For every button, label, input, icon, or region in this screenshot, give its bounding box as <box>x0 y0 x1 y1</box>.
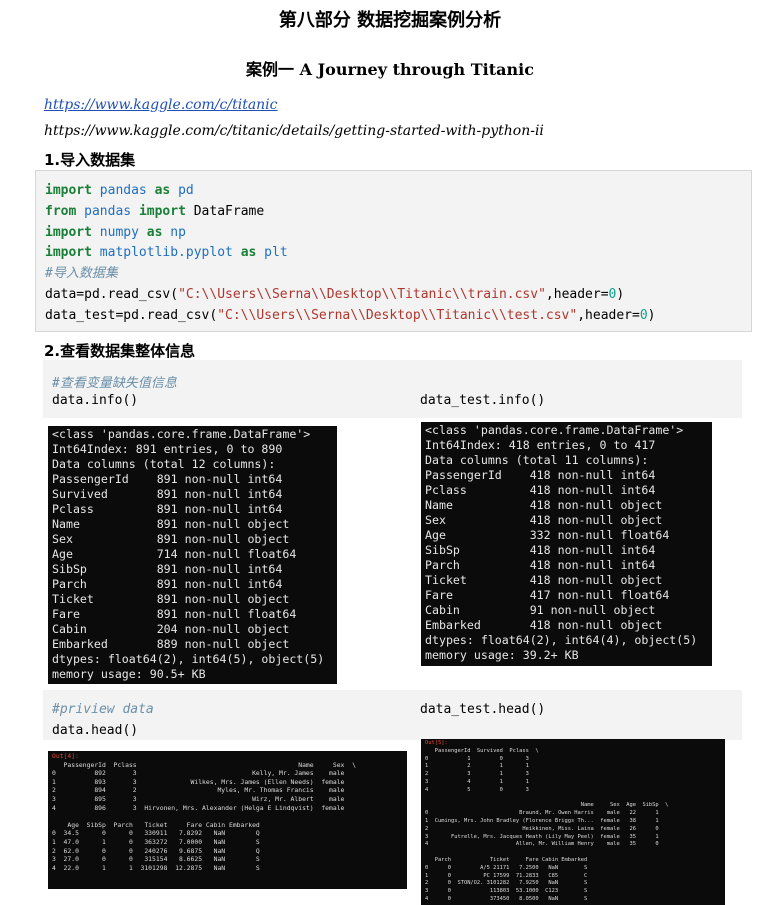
output-line: 0 892 3 Kelly, Mr. James male <box>52 769 345 778</box>
code-line: data.head() <box>52 723 139 738</box>
output-line: <class 'pandas.core.frame.DataFrame'> <box>52 427 311 441</box>
code-line: from pandas import DataFrame <box>45 203 265 219</box>
code-line: data_test=pd.read_csv("C:\\Users\\Serna\… <box>45 307 656 323</box>
section-overview-heading: 2.查看数据集整体信息 <box>44 342 196 360</box>
code-line: import numpy as np <box>45 224 186 240</box>
output-line: 0 0 A/5 21171 7.2500 NaN S <box>425 864 588 871</box>
output-line: Parch 418 non-null int64 <box>425 558 656 572</box>
output-line: Fare 417 non-null float64 <box>425 588 670 602</box>
import-code-block: import pandas as pd from pandas import D… <box>35 170 752 332</box>
output-line: Data columns (total 12 columns): <box>52 457 276 471</box>
kaggle-details-link-text: https://www.kaggle.com/c/titanic/details… <box>44 123 544 139</box>
output-line: <class 'pandas.core.frame.DataFrame'> <box>425 423 684 437</box>
part-title: 第八部分 数据挖掘案例分析 <box>278 10 502 31</box>
train-head-output: Out[5]: PassengerId Survived Pclass \ 0 1… <box>421 739 725 905</box>
output-line: 2 894 2 Myles, Mr. Thomas Francis male <box>52 786 345 795</box>
output-line: PassengerId Survived Pclass \ <box>425 747 539 754</box>
output-line: Name Sex Age SibSp \ <box>425 802 669 809</box>
output-line: PassengerId 418 non-null int64 <box>425 468 656 482</box>
output-line: Sex 418 non-null object <box>425 513 663 527</box>
output-line: memory usage: 90.5+ KB <box>52 667 206 681</box>
output-line: Parch 891 non-null int64 <box>52 577 283 591</box>
output-line: Age SibSp Parch Ticket Fare Cabin Embark… <box>52 820 260 829</box>
code-line: data_test.head() <box>420 702 546 717</box>
section-import-heading: 1.导入数据集 <box>44 151 136 169</box>
code-line: import pandas as pd <box>45 183 194 198</box>
case-title: 案例一 A Journey through Titanic <box>246 60 534 79</box>
output-line: Embarked 889 non-null object <box>52 637 290 651</box>
output-line: Survived 891 non-null int64 <box>52 487 283 501</box>
output-line: Pclass 418 non-null int64 <box>425 483 656 497</box>
output-line: dtypes: float64(2), int64(4), object(5) <box>425 633 698 647</box>
output-line: Parch Ticket Fare Cabin Embarked <box>425 856 588 863</box>
output-line: 3 4 1 1 <box>425 778 529 785</box>
output-line: Ticket 418 non-null object <box>425 573 663 587</box>
out-prompt: Out[5]: <box>425 740 448 746</box>
output-line: Int64Index: 891 entries, 0 to 890 <box>52 442 283 456</box>
test-head-output: Out[4]: PassengerId Pclass Name Sex \ 0 8… <box>48 751 407 889</box>
output-line: 1 0 PC 17599 71.2833 C85 C <box>425 872 588 879</box>
output-line: 2 62.0 0 0 240276 9.6875 NaN Q <box>52 846 260 855</box>
code-line: data.info() <box>52 393 139 408</box>
output-line: Cabin 204 non-null object <box>52 622 290 636</box>
output-line: PassengerId 891 non-null int64 <box>52 472 283 486</box>
output-line: Ticket 891 non-null object <box>52 592 290 606</box>
output-line: 4 896 3 Hirvonen, Mrs. Alexander (Helga … <box>52 803 345 812</box>
output-line: 3 895 3 Wirz, Mr. Albert male <box>52 794 345 803</box>
code-line: import matplotlib.pyplot as plt <box>45 245 288 261</box>
out-prompt: Out[4]: <box>52 752 79 760</box>
output-line: 0 Braund, Mr. Owen Harris male 22 1 <box>425 810 659 817</box>
output-line: 0 34.5 0 0 330911 7.8292 NaN Q <box>52 829 260 838</box>
code-line: data=pd.read_csv("C:\\Users\\Serna\\Desk… <box>45 286 625 302</box>
output-line: dtypes: float64(2), int64(5), object(5) <box>52 652 325 666</box>
output-line: 1 2 1 1 <box>425 763 529 770</box>
output-line: 2 3 1 3 <box>425 771 529 778</box>
code-comment: #priview data <box>52 702 154 717</box>
output-line: Sex 891 non-null object <box>52 532 290 546</box>
output-line: Data columns (total 11 columns): <box>425 453 649 467</box>
output-line: Name 891 non-null object <box>52 517 290 531</box>
output-line: Age 332 non-null float64 <box>425 528 670 542</box>
output-line: 3 27.0 0 0 315154 8.6625 NaN S <box>52 855 260 864</box>
output-line: Pclass 891 non-null int64 <box>52 502 283 516</box>
kaggle-link[interactable]: https://www.kaggle.com/c/titanic <box>44 97 278 113</box>
output-line: 1 893 3 Wilkes, Mrs. James (Ellen Needs)… <box>52 777 345 786</box>
output-line: Fare 891 non-null float64 <box>52 607 297 621</box>
output-line: SibSp 891 non-null int64 <box>52 562 283 576</box>
output-line: SibSp 418 non-null int64 <box>425 543 656 557</box>
output-line: Int64Index: 418 entries, 0 to 417 <box>425 438 656 452</box>
output-line: Embarked 418 non-null object <box>425 618 663 632</box>
output-line: Age 714 non-null float64 <box>52 547 297 561</box>
output-line: 1 Cumings, Mrs. John Bradley (Florence B… <box>425 817 659 824</box>
output-line: 4 0 373450 8.0500 NaN S <box>425 895 588 902</box>
output-line: 1 47.0 1 0 363272 7.0000 NaN S <box>52 837 260 846</box>
output-line: PassengerId Pclass Name Sex \ <box>52 760 356 769</box>
output-line: memory usage: 39.2+ KB <box>425 648 579 662</box>
train-info-output: <class 'pandas.core.frame.DataFrame'> Int… <box>48 426 337 684</box>
code-comment: #查看变量缺失值信息 <box>52 376 177 391</box>
code-line: data_test.info() <box>420 393 546 408</box>
output-line: 3 Futrelle, Mrs. Jacques Heath (Lily May… <box>425 833 659 840</box>
output-line: Cabin 91 non-null object <box>425 603 656 617</box>
output-line: Name 418 non-null object <box>425 498 663 512</box>
output-line: 3 0 113803 53.1000 C123 S <box>425 888 588 895</box>
output-line: 4 Allen, Mr. William Henry male 35 0 <box>425 841 659 848</box>
output-line: 4 5 0 3 <box>425 786 529 793</box>
output-line: 4 22.0 1 1 3101298 12.2875 NaN S <box>52 863 260 872</box>
output-line: 2 0 STON/O2. 3101282 7.9250 NaN S <box>425 880 588 887</box>
output-line: 2 Heikkinen, Miss. Laina female 26 0 <box>425 825 659 832</box>
code-comment: #导入数据集 <box>45 266 118 282</box>
test-info-output: <class 'pandas.core.frame.DataFrame'> Int… <box>421 422 712 666</box>
output-line: 0 1 0 3 <box>425 755 529 762</box>
